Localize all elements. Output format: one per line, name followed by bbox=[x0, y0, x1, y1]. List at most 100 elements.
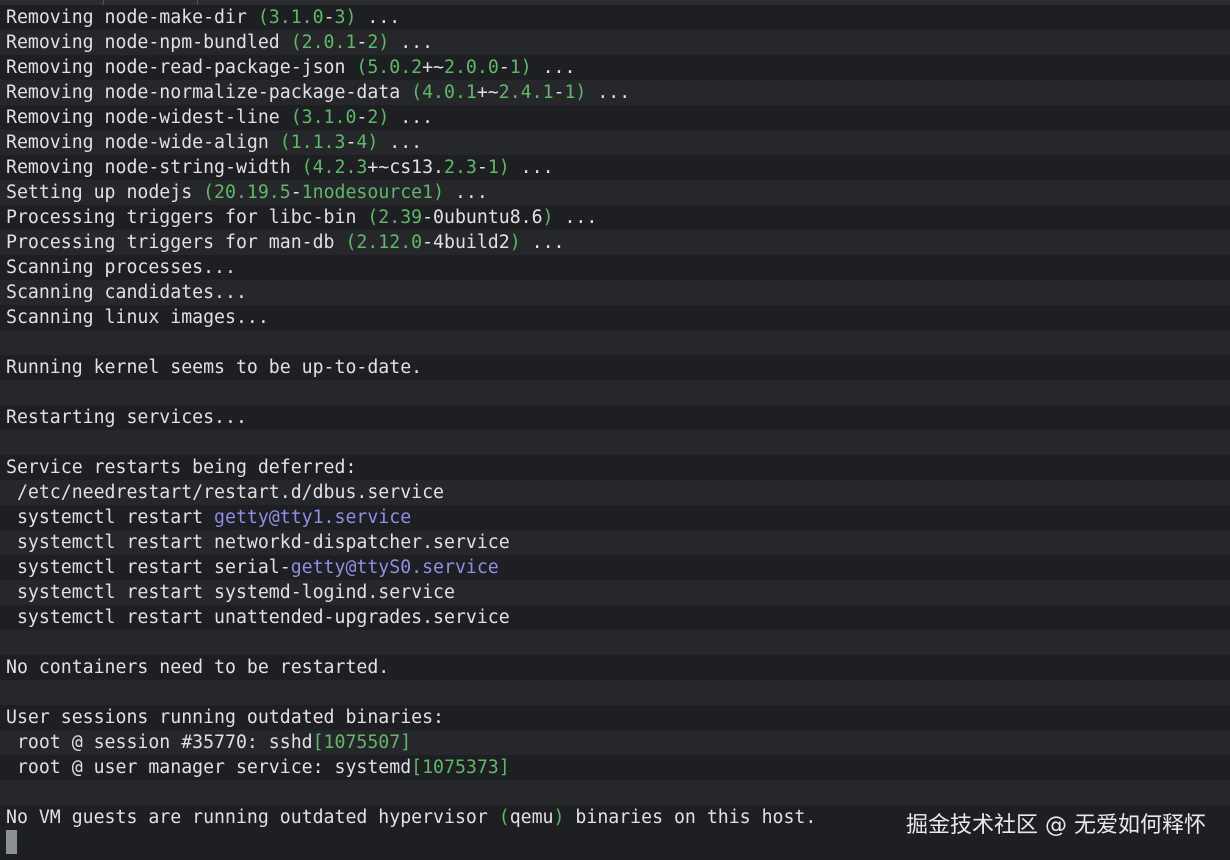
terminal-text: - bbox=[476, 157, 488, 178]
terminal-text: Processing triggers for libc-bin bbox=[6, 207, 368, 228]
terminal-text: Removing node-widest-line bbox=[6, 107, 291, 128]
terminal-text: - bbox=[290, 182, 302, 203]
terminal-line bbox=[0, 430, 1230, 455]
terminal-number: 1 bbox=[509, 57, 521, 78]
terminal-text: ... bbox=[586, 82, 631, 103]
terminal-line bbox=[0, 680, 1230, 705]
terminal-number: 2.0.0 bbox=[444, 57, 499, 78]
terminal-number: ) bbox=[345, 7, 357, 28]
terminal-number: 1 bbox=[487, 157, 499, 178]
terminal-number: (20.19.5 bbox=[203, 182, 291, 203]
terminal-line: User sessions running outdated binaries: bbox=[0, 705, 1230, 730]
terminal-text: binaries on this host. bbox=[564, 807, 817, 828]
terminal-number: ) bbox=[367, 132, 379, 153]
terminal-line: /etc/needrestart/restart.d/dbus.service bbox=[0, 480, 1230, 505]
terminal-line: Restarting services... bbox=[0, 405, 1230, 430]
terminal-line: Removing node-normalize-package-data (4.… bbox=[0, 80, 1230, 105]
terminal-text: ... bbox=[531, 57, 576, 78]
terminal-text: systemctl restart unattended-upgrades.se… bbox=[6, 607, 510, 628]
terminal-text: Scanning processes... bbox=[6, 257, 236, 278]
terminal-number: ) bbox=[498, 157, 510, 178]
terminal-text: ... bbox=[356, 7, 401, 28]
terminal-number: ) bbox=[433, 182, 445, 203]
terminal-number: (2.39 bbox=[367, 207, 423, 228]
terminal-text: Running kernel seems to be up-to-date. bbox=[6, 357, 423, 378]
terminal-number: 4 bbox=[356, 132, 368, 153]
terminal-text: Processing triggers for man-db bbox=[6, 232, 346, 253]
terminal-text: ... bbox=[378, 132, 423, 153]
terminal-text: root @ session #35770: sshd bbox=[6, 732, 313, 753]
terminal-line bbox=[0, 380, 1230, 405]
terminal-line: Processing triggers for libc-bin (2.39-0… bbox=[0, 205, 1230, 230]
terminal-number: (1.1.3 bbox=[279, 132, 346, 153]
terminal-line: Removing node-string-width (4.2.3+~cs13.… bbox=[0, 155, 1230, 180]
terminal-window[interactable]: Removing node-make-dir (3.1.0-3) ... Remo… bbox=[0, 0, 1230, 860]
terminal-text: Scanning linux images... bbox=[6, 307, 269, 328]
terminal-number: ) bbox=[378, 32, 390, 53]
text-cursor bbox=[6, 830, 17, 854]
terminal-text: - bbox=[345, 132, 357, 153]
terminal-line: Scanning linux images... bbox=[0, 305, 1230, 330]
terminal-line bbox=[0, 330, 1230, 355]
terminal-line bbox=[0, 630, 1230, 655]
terminal-number: (2.12.0 bbox=[345, 232, 423, 253]
terminal-text: No containers need to be restarted. bbox=[6, 657, 390, 678]
terminal-line: Processing triggers for man-db (2.12.0-4… bbox=[0, 230, 1230, 255]
terminal-line: Setting up nodejs (20.19.5-1nodesource1)… bbox=[0, 180, 1230, 205]
terminal-number: 2.4.1 bbox=[498, 82, 554, 103]
terminal-text: Setting up nodejs bbox=[6, 182, 204, 203]
terminal-line: Service restarts being deferred: bbox=[0, 455, 1230, 480]
terminal-number: ) bbox=[542, 207, 554, 228]
terminal-text: qemu bbox=[509, 807, 554, 828]
terminal-text: ... bbox=[520, 232, 565, 253]
terminal-text: Restarting services... bbox=[6, 407, 247, 428]
terminal-text: Removing node-wide-align bbox=[6, 132, 280, 153]
terminal-number: (4.0.1 bbox=[411, 82, 477, 103]
terminal-text: /etc/needrestart/restart.d/dbus.service bbox=[6, 482, 444, 503]
terminal-line: Scanning processes... bbox=[0, 255, 1230, 280]
terminal-line: systemctl restart systemd-logind.service bbox=[0, 580, 1230, 605]
terminal-text: - bbox=[498, 57, 510, 78]
terminal-line: systemctl restart serial-getty@ttyS0.ser… bbox=[0, 555, 1230, 580]
terminal-line: Scanning candidates... bbox=[0, 280, 1230, 305]
terminal-line: Removing node-npm-bundled (2.0.1-2) ... bbox=[0, 30, 1230, 55]
terminal-number: ) bbox=[378, 107, 390, 128]
terminal-number: [1075373] bbox=[411, 757, 510, 778]
terminal-text: ... bbox=[444, 182, 488, 203]
terminal-line: Removing node-read-package-json (5.0.2+~… bbox=[0, 55, 1230, 80]
terminal-number: 2 bbox=[367, 32, 379, 53]
terminal-number: ) bbox=[553, 807, 565, 828]
terminal-number: 2 bbox=[367, 107, 379, 128]
terminal-line: Running kernel seems to be up-to-date. bbox=[0, 355, 1230, 380]
terminal-line: Removing node-make-dir (3.1.0-3) ... bbox=[0, 5, 1230, 30]
terminal-text: +~ bbox=[476, 82, 499, 103]
terminal-line: No containers need to be restarted. bbox=[0, 655, 1230, 680]
terminal-text: Removing node-read-package-json bbox=[6, 57, 357, 78]
terminal-line: Removing node-wide-align (1.1.3-4) ... bbox=[0, 130, 1230, 155]
terminal-text: Removing node-string-width bbox=[6, 157, 302, 178]
terminal-number: (4.2.3 bbox=[301, 157, 368, 178]
terminal-text: - bbox=[356, 32, 368, 53]
terminal-text: Removing node-make-dir bbox=[6, 7, 258, 28]
terminal-text: ... bbox=[389, 32, 434, 53]
terminal-text: systemctl restart bbox=[6, 507, 215, 528]
terminal-line: systemctl restart networkd-dispatcher.se… bbox=[0, 530, 1230, 555]
terminal-output: Removing node-make-dir (3.1.0-3) ... Remo… bbox=[0, 5, 1230, 830]
service-name: getty@tty1.service bbox=[214, 507, 412, 528]
terminal-text: +~ bbox=[422, 57, 445, 78]
terminal-number: 1nodesource1 bbox=[301, 182, 434, 203]
terminal-text: Service restarts being deferred: bbox=[6, 457, 357, 478]
terminal-number: (5.0.2 bbox=[356, 57, 423, 78]
terminal-text: Removing node-npm-bundled bbox=[6, 32, 291, 53]
service-name: getty@ttyS0.service bbox=[290, 557, 499, 578]
terminal-line: systemctl restart getty@tty1.service bbox=[0, 505, 1230, 530]
terminal-text: ... bbox=[553, 207, 598, 228]
terminal-text: - bbox=[553, 82, 565, 103]
terminal-line: root @ session #35770: sshd[1075507] bbox=[0, 730, 1230, 755]
terminal-number: ) bbox=[520, 57, 532, 78]
terminal-text: - bbox=[323, 7, 335, 28]
terminal-text: -4build2 bbox=[422, 232, 510, 253]
terminal-text: systemctl restart serial- bbox=[6, 557, 291, 578]
terminal-text: No VM guests are running outdated hyperv… bbox=[6, 807, 499, 828]
terminal-text: User sessions running outdated binaries: bbox=[6, 707, 444, 728]
